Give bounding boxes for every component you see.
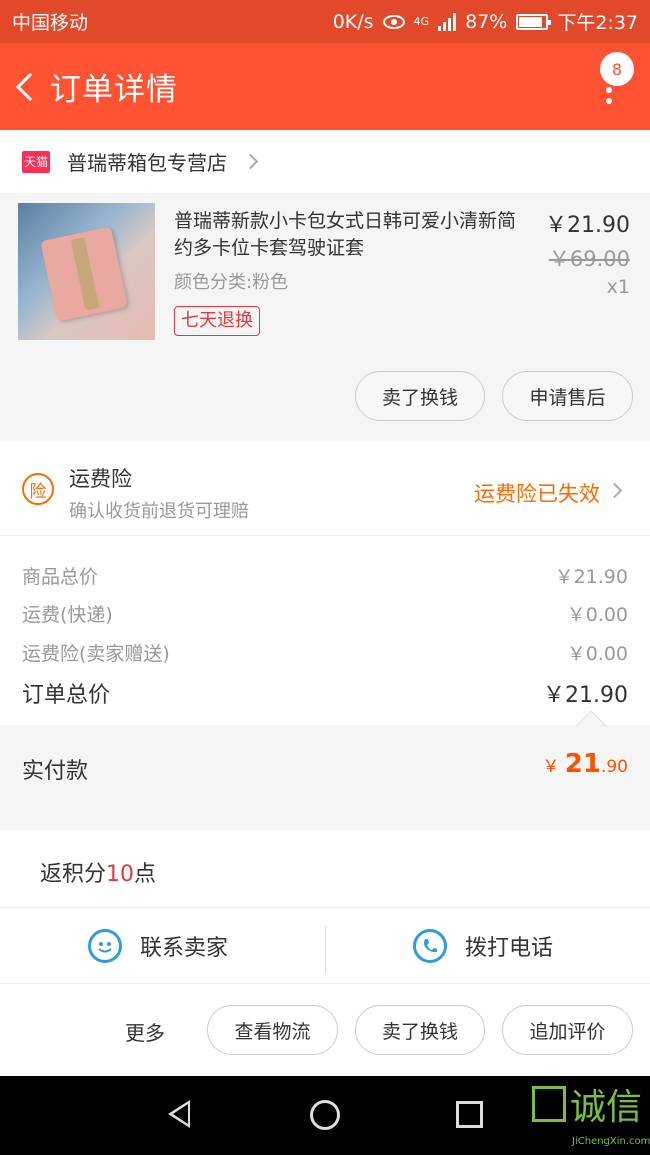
paid-amount-section: 实付款 ￥ 21.90 xyxy=(0,710,650,813)
fee-row: 运费险(卖家赠送) ￥0.00 xyxy=(22,639,628,666)
points-number: 10 xyxy=(106,862,135,887)
after-sale-button[interactable]: 申请售后 xyxy=(502,371,633,421)
watermark-subtext: JiChengXin.com xyxy=(572,1136,650,1147)
fee-value: ￥21.90 xyxy=(554,566,628,588)
wallet-illustration xyxy=(40,226,128,322)
clock: 下午2:37 xyxy=(557,12,638,34)
original-price: ￥69.00 xyxy=(548,247,630,271)
insurance-title: 运费险 xyxy=(69,467,132,491)
nav-recents-icon[interactable] xyxy=(456,1101,483,1128)
points-suffix: 点 xyxy=(134,862,157,887)
return-policy-tag: 七天退换 xyxy=(174,306,260,336)
fee-row: 商品总价 ￥21.90 xyxy=(22,562,628,589)
network-type: 4G xyxy=(413,15,430,28)
eye-icon xyxy=(382,14,405,29)
fee-summary: 商品总价 ￥21.90 运费(快递) ￥0.00 运费险(卖家赠送) ￥0.00 订单… xyxy=(0,535,650,725)
carrier-label: 中国移动 xyxy=(12,12,89,34)
notification-badge: 8 xyxy=(600,52,634,86)
call-button[interactable]: 拨打电话 xyxy=(413,908,553,984)
contact-bar: 联系卖家 拨打电话 xyxy=(0,908,650,984)
insurance-status: 运费险已失效 xyxy=(474,482,600,506)
shipping-insurance-row[interactable]: 险 运费险 确认收货前退货可理赔 运费险已失效 xyxy=(0,441,650,535)
shop-row[interactable]: 天猫 普瑞蒂箱包专营店 xyxy=(0,130,650,193)
fee-label: 商品总价 xyxy=(22,566,99,588)
paid-integer: 21 xyxy=(564,749,601,779)
battery-percent: 87% xyxy=(465,10,508,33)
sell-button[interactable]: 卖了换钱 xyxy=(355,1005,485,1055)
points-text: 返积分10点 xyxy=(40,856,156,888)
fee-row: 运费(快递) ￥0.00 xyxy=(22,600,628,627)
sell-button[interactable]: 卖了换钱 xyxy=(355,371,485,421)
more-label[interactable]: 更多 xyxy=(125,1017,165,1046)
points-prefix: 返积分 xyxy=(40,862,107,887)
product-price: ￥21.90 xyxy=(545,213,630,238)
action-bar: 更多 查看物流 卖了换钱 追加评价 xyxy=(0,984,650,1076)
contact-seller-button[interactable]: 联系卖家 xyxy=(88,908,228,984)
chevron-right-icon xyxy=(242,153,259,170)
chat-face-icon xyxy=(88,929,122,963)
product-image[interactable] xyxy=(18,203,155,340)
nav-back-icon[interactable] xyxy=(168,1100,190,1128)
paid-value: ￥ 21.90 xyxy=(542,749,628,779)
fee-label: 运费险(卖家赠送) xyxy=(22,643,170,665)
chevron-right-icon xyxy=(606,482,623,499)
insurance-subtitle: 确认收货前退货可理赔 xyxy=(69,501,249,522)
page-title: 订单详情 xyxy=(50,72,178,108)
product-title[interactable]: 普瑞蒂新款小卡包女式日韩可爱小清新简约多卡位卡套驾驶证套 xyxy=(174,208,529,262)
fee-value: ￥0.00 xyxy=(566,643,628,665)
watermark-text: 诚信 xyxy=(570,1087,643,1128)
insurance-icon: 险 xyxy=(22,473,54,505)
paid-decimal: .90 xyxy=(600,757,628,777)
network-speed: 0K/s xyxy=(332,10,374,33)
order-total-row: 订单总价 ￥21.90 xyxy=(22,677,628,709)
paid-currency: ￥ xyxy=(542,757,560,777)
shop-name: 普瑞蒂箱包专营店 xyxy=(67,151,227,175)
watermark-icon xyxy=(532,1086,566,1122)
back-arrow-icon[interactable] xyxy=(15,72,45,101)
nav-home-icon[interactable] xyxy=(310,1100,340,1130)
signal-icon xyxy=(438,12,457,31)
fee-label: 运费(快递) xyxy=(22,604,113,626)
view-logistics-button[interactable]: 查看物流 xyxy=(207,1005,338,1055)
order-total-value: ￥21.90 xyxy=(543,683,628,708)
order-total-label: 订单总价 xyxy=(22,683,111,708)
status-bar: 中国移动 0K/s 4G 87% 下午2:37 xyxy=(0,0,650,43)
divider xyxy=(325,926,326,974)
fee-value: ￥0.00 xyxy=(566,604,628,626)
watermark-logo: 诚信 JiChengXin.com xyxy=(532,1078,650,1147)
points-section: 返积分10点 xyxy=(0,830,650,908)
tmall-logo-icon: 天猫 xyxy=(22,150,50,173)
paid-label: 实付款 xyxy=(22,759,89,784)
header: 订单详情 8 xyxy=(0,43,650,130)
product-quantity: x1 xyxy=(606,276,630,298)
product-spec: 颜色分类:粉色 xyxy=(174,272,289,293)
battery-icon xyxy=(516,13,552,30)
call-label: 拨打电话 xyxy=(465,936,554,961)
status-icons: 0K/s 4G 87% 下午2:37 xyxy=(333,8,638,35)
order-item[interactable]: 普瑞蒂新款小卡包女式日韩可爱小清新简约多卡位卡套驾驶证套 颜色分类:粉色 七天退… xyxy=(0,193,650,441)
phone-icon xyxy=(413,929,447,963)
add-review-button[interactable]: 追加评价 xyxy=(502,1005,633,1055)
contact-seller-label: 联系卖家 xyxy=(140,936,229,961)
